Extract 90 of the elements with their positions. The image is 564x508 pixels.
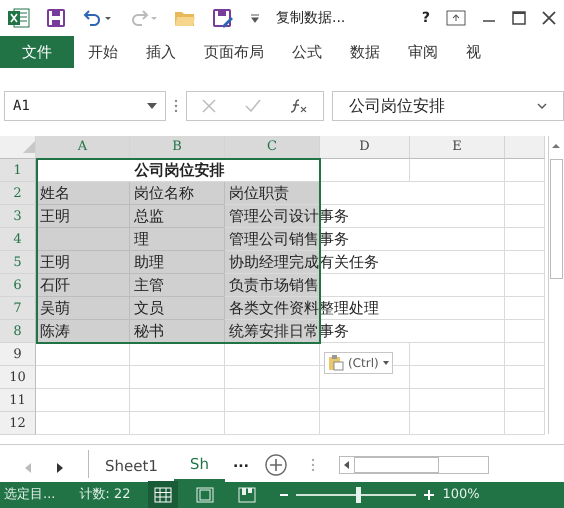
table-cell: 主管 (130, 274, 225, 297)
row-header[interactable]: 1 (0, 159, 36, 182)
row-header[interactable]: 9 (0, 343, 36, 366)
add-sheet-icon[interactable] (264, 454, 287, 476)
table-cell (505, 159, 545, 182)
ribbon-display-icon[interactable] (446, 10, 466, 26)
close-icon[interactable] (542, 11, 556, 25)
scrollbar-thumb[interactable] (550, 159, 563, 279)
row-header[interactable]: 2 (0, 182, 36, 205)
zoom-in-icon[interactable] (424, 490, 434, 500)
spreadsheet-app-icon[interactable] (8, 8, 30, 28)
column-header[interactable]: A (36, 136, 130, 159)
more-sheets-button[interactable]: ... (224, 453, 257, 482)
ribbon-tab[interactable]: 视 (452, 36, 495, 68)
grip-icon[interactable] (174, 99, 178, 113)
table-cell (505, 389, 545, 412)
table-cell (505, 320, 545, 343)
undo-icon[interactable] (82, 9, 112, 27)
ribbon-tab[interactable]: 开始 (74, 36, 132, 68)
table-cell (505, 297, 545, 320)
table-cell: 吴萌 (36, 297, 130, 320)
row-header[interactable]: 12 (0, 412, 36, 435)
page-layout-view-icon[interactable] (196, 487, 214, 503)
name-box[interactable]: A1 (4, 91, 166, 121)
table-cell (505, 274, 545, 297)
table-cell: 王明 (36, 251, 130, 274)
ribbon-tab[interactable]: 公式 (278, 36, 336, 68)
paste-options-button[interactable]: (Ctrl) (324, 352, 393, 374)
save-as-icon[interactable] (212, 8, 234, 28)
grip-icon[interactable] (310, 458, 315, 472)
table-cell: 秘书 (130, 320, 225, 343)
normal-view-icon[interactable] (154, 487, 172, 503)
row-header[interactable]: 10 (0, 366, 36, 389)
ribbon-tab[interactable]: 数据 (336, 36, 394, 68)
ribbon-tab[interactable]: 插入 (132, 36, 190, 68)
table-cell: 陈涛 (36, 320, 130, 343)
row-header[interactable]: 11 (0, 389, 36, 412)
help-button[interactable]: ? (422, 8, 430, 28)
table-cell (505, 228, 545, 251)
scrollbar-thumb[interactable] (354, 457, 439, 473)
page-break-view-icon[interactable] (238, 487, 256, 503)
save-icon[interactable] (46, 8, 66, 28)
column-header[interactable]: E (410, 136, 505, 159)
table-cell: 各类文件资料整理处理 (225, 297, 505, 320)
table-cell: 负责市场销售 (225, 274, 505, 297)
table-cell: 岗位名称 (130, 182, 225, 205)
cancel-icon (202, 99, 216, 113)
row-header[interactable]: 7 (0, 297, 36, 320)
status-count-text: 计数: 22 (79, 486, 130, 504)
caret-icon (382, 361, 389, 365)
insert-function-icon[interactable] (290, 98, 308, 114)
table-cell (505, 182, 545, 205)
clipboard-icon (328, 355, 344, 371)
row-header[interactable]: 3 (0, 205, 36, 228)
status-mode-text: 选定目... (4, 486, 56, 504)
row-header[interactable]: 4 (0, 228, 36, 251)
table-cell: 助理 (130, 251, 225, 274)
enter-check-icon (244, 99, 261, 113)
table-cell (505, 366, 545, 389)
zoom-out-icon[interactable] (280, 491, 288, 499)
ribbon-tab[interactable]: 文件 (0, 36, 74, 68)
expand-caret-icon[interactable] (537, 103, 547, 109)
table-cell: 理 (130, 228, 225, 251)
row-header[interactable]: 6 (0, 274, 36, 297)
table-cell (505, 343, 545, 366)
zoom-slider-thumb[interactable] (356, 487, 362, 503)
table-cell: 王明 (36, 205, 130, 228)
table-cell (505, 251, 545, 274)
column-header[interactable]: C (225, 136, 320, 159)
ribbon-tab[interactable]: 页面布局 (190, 36, 278, 68)
row-header[interactable]: 8 (0, 320, 36, 343)
column-header[interactable]: B (130, 136, 225, 159)
sheet-tab[interactable]: Sheet1 (89, 450, 174, 482)
table-cell: 姓名 (36, 182, 130, 205)
ribbon-tab[interactable]: 审阅 (394, 36, 452, 68)
dropdown-caret-icon[interactable] (147, 103, 157, 109)
zoom-percent-text[interactable]: 100% (442, 485, 480, 505)
maximize-icon[interactable] (512, 11, 526, 25)
column-header[interactable]: D (320, 136, 410, 159)
scroll-right-icon[interactable] (56, 462, 64, 474)
table-cell: 总监 (130, 205, 225, 228)
table-cell (505, 412, 545, 435)
table-cell: 石阡 (36, 274, 130, 297)
table-cell: 文员 (130, 297, 225, 320)
table-cell (505, 205, 545, 228)
row-header[interactable]: 5 (0, 251, 36, 274)
table-cell: 岗位职责 (225, 182, 505, 205)
formula-field[interactable]: 公司岗位安排 (332, 91, 564, 121)
window-title: 复制数据... (276, 8, 346, 28)
customize-menu-icon[interactable] (250, 12, 260, 24)
